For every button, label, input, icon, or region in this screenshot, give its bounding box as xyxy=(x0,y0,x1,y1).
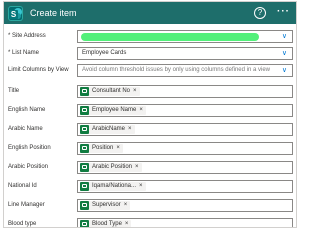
limit-columns-placeholder: Avoid column threshold issues by only us… xyxy=(82,66,270,73)
english-position-label: English Position xyxy=(8,145,51,151)
arabic-name-label: Arabic Name xyxy=(8,126,43,132)
national-id-label: National Id xyxy=(8,183,37,189)
arabic-position-label: Arabic Position xyxy=(8,164,49,170)
dynamic-content-token[interactable]: Position × xyxy=(80,143,123,153)
limit-columns-dropdown[interactable]: Avoid column threshold issues by only us… xyxy=(77,63,293,77)
logo-letter: S xyxy=(9,9,18,19)
line-manager-label: Line Manager xyxy=(8,202,45,208)
more-options-icon[interactable]: ··· xyxy=(277,6,290,17)
dynamic-content-token[interactable]: Employee Name × xyxy=(80,105,146,115)
remove-token-icon[interactable]: × xyxy=(133,88,137,94)
english-position-input[interactable]: Position × xyxy=(77,141,293,155)
dynamic-content-token[interactable]: Supervisor × xyxy=(80,200,131,210)
sharepoint-logo-icon: S xyxy=(8,5,23,21)
token-label: Blood Type xyxy=(92,221,122,227)
excel-icon xyxy=(80,200,89,210)
title-label: Title xyxy=(8,88,20,94)
row-arabic-name: Arabic Name ArabicName × xyxy=(4,121,296,137)
dynamic-content-token[interactable]: Blood Type × xyxy=(80,219,132,227)
excel-icon xyxy=(80,181,89,191)
limit-columns-label: Limit Columns by View xyxy=(8,67,69,73)
row-list-name: * List Name Employee Cards ∨ xyxy=(4,45,296,61)
token-label: Position xyxy=(92,145,114,151)
row-english-position: English Position Position × xyxy=(4,140,296,156)
row-english-name: English Name Employee Name × xyxy=(4,102,296,118)
remove-token-icon[interactable]: × xyxy=(128,126,132,132)
dynamic-content-token[interactable]: ArabicName × xyxy=(80,124,135,134)
token-label: Arabic Position xyxy=(92,164,133,170)
chevron-down-icon[interactable]: ∨ xyxy=(282,66,287,74)
remove-token-icon[interactable]: × xyxy=(124,202,128,208)
token-label: ArabicName xyxy=(92,126,126,132)
token-label: Employee Name xyxy=(92,107,137,113)
token-label: Consultant No xyxy=(92,88,131,94)
site-address-label: * Site Address xyxy=(8,33,46,39)
dynamic-content-token[interactable]: Consultant No × xyxy=(80,86,140,96)
list-name-label: * List Name xyxy=(8,50,40,56)
remove-token-icon[interactable]: × xyxy=(125,221,129,227)
remove-token-icon[interactable]: × xyxy=(116,145,120,151)
excel-icon xyxy=(80,86,89,96)
row-limit-columns: Limit Columns by View Avoid column thres… xyxy=(4,62,296,78)
excel-icon xyxy=(80,162,89,172)
row-line-manager: Line Manager Supervisor × xyxy=(4,197,296,213)
row-national-id: National Id Iqama/Nationa... × xyxy=(4,178,296,194)
redacted-site-address xyxy=(81,32,259,41)
card-header[interactable]: S Create item ? ··· xyxy=(4,2,296,24)
chevron-down-icon[interactable]: ∨ xyxy=(282,49,287,57)
excel-icon xyxy=(80,143,89,153)
blood-type-label: Blood type xyxy=(8,221,37,227)
remove-token-icon[interactable]: × xyxy=(139,183,143,189)
excel-icon xyxy=(80,105,89,115)
excel-icon xyxy=(80,219,89,227)
english-name-input[interactable]: Employee Name × xyxy=(77,103,293,117)
help-icon[interactable]: ? xyxy=(254,7,266,19)
arabic-position-input[interactable]: Arabic Position × xyxy=(77,160,293,174)
row-arabic-position: Arabic Position Arabic Position × xyxy=(4,159,296,175)
english-name-label: English Name xyxy=(8,107,46,113)
list-name-dropdown[interactable]: Employee Cards ∨ xyxy=(77,46,293,60)
token-label: Iqama/Nationa... xyxy=(92,183,137,189)
chevron-down-icon[interactable]: ∨ xyxy=(282,32,287,40)
card-title: Create item xyxy=(30,8,77,18)
national-id-input[interactable]: Iqama/Nationa... × xyxy=(77,179,293,193)
row-site-address: * Site Address ∨ xyxy=(4,28,296,44)
blood-type-input[interactable]: Blood Type × xyxy=(77,217,293,227)
remove-token-icon[interactable]: × xyxy=(135,164,139,170)
row-title: Title Consultant No × xyxy=(4,83,296,99)
title-input[interactable]: Consultant No × xyxy=(77,84,293,98)
create-item-card: S Create item ? ··· * Site Address ∨ * L… xyxy=(3,1,297,228)
list-name-value: Employee Cards xyxy=(82,49,127,56)
excel-icon xyxy=(80,124,89,134)
dynamic-content-token[interactable]: Iqama/Nationa... × xyxy=(80,181,146,191)
row-blood-type: Blood type Blood Type × xyxy=(4,216,296,227)
token-label: Supervisor xyxy=(92,202,121,208)
dynamic-content-token[interactable]: Arabic Position × xyxy=(80,162,142,172)
arabic-name-input[interactable]: ArabicName × xyxy=(77,122,293,136)
site-address-dropdown[interactable]: ∨ xyxy=(77,29,293,43)
remove-token-icon[interactable]: × xyxy=(139,107,143,113)
line-manager-input[interactable]: Supervisor × xyxy=(77,198,293,212)
